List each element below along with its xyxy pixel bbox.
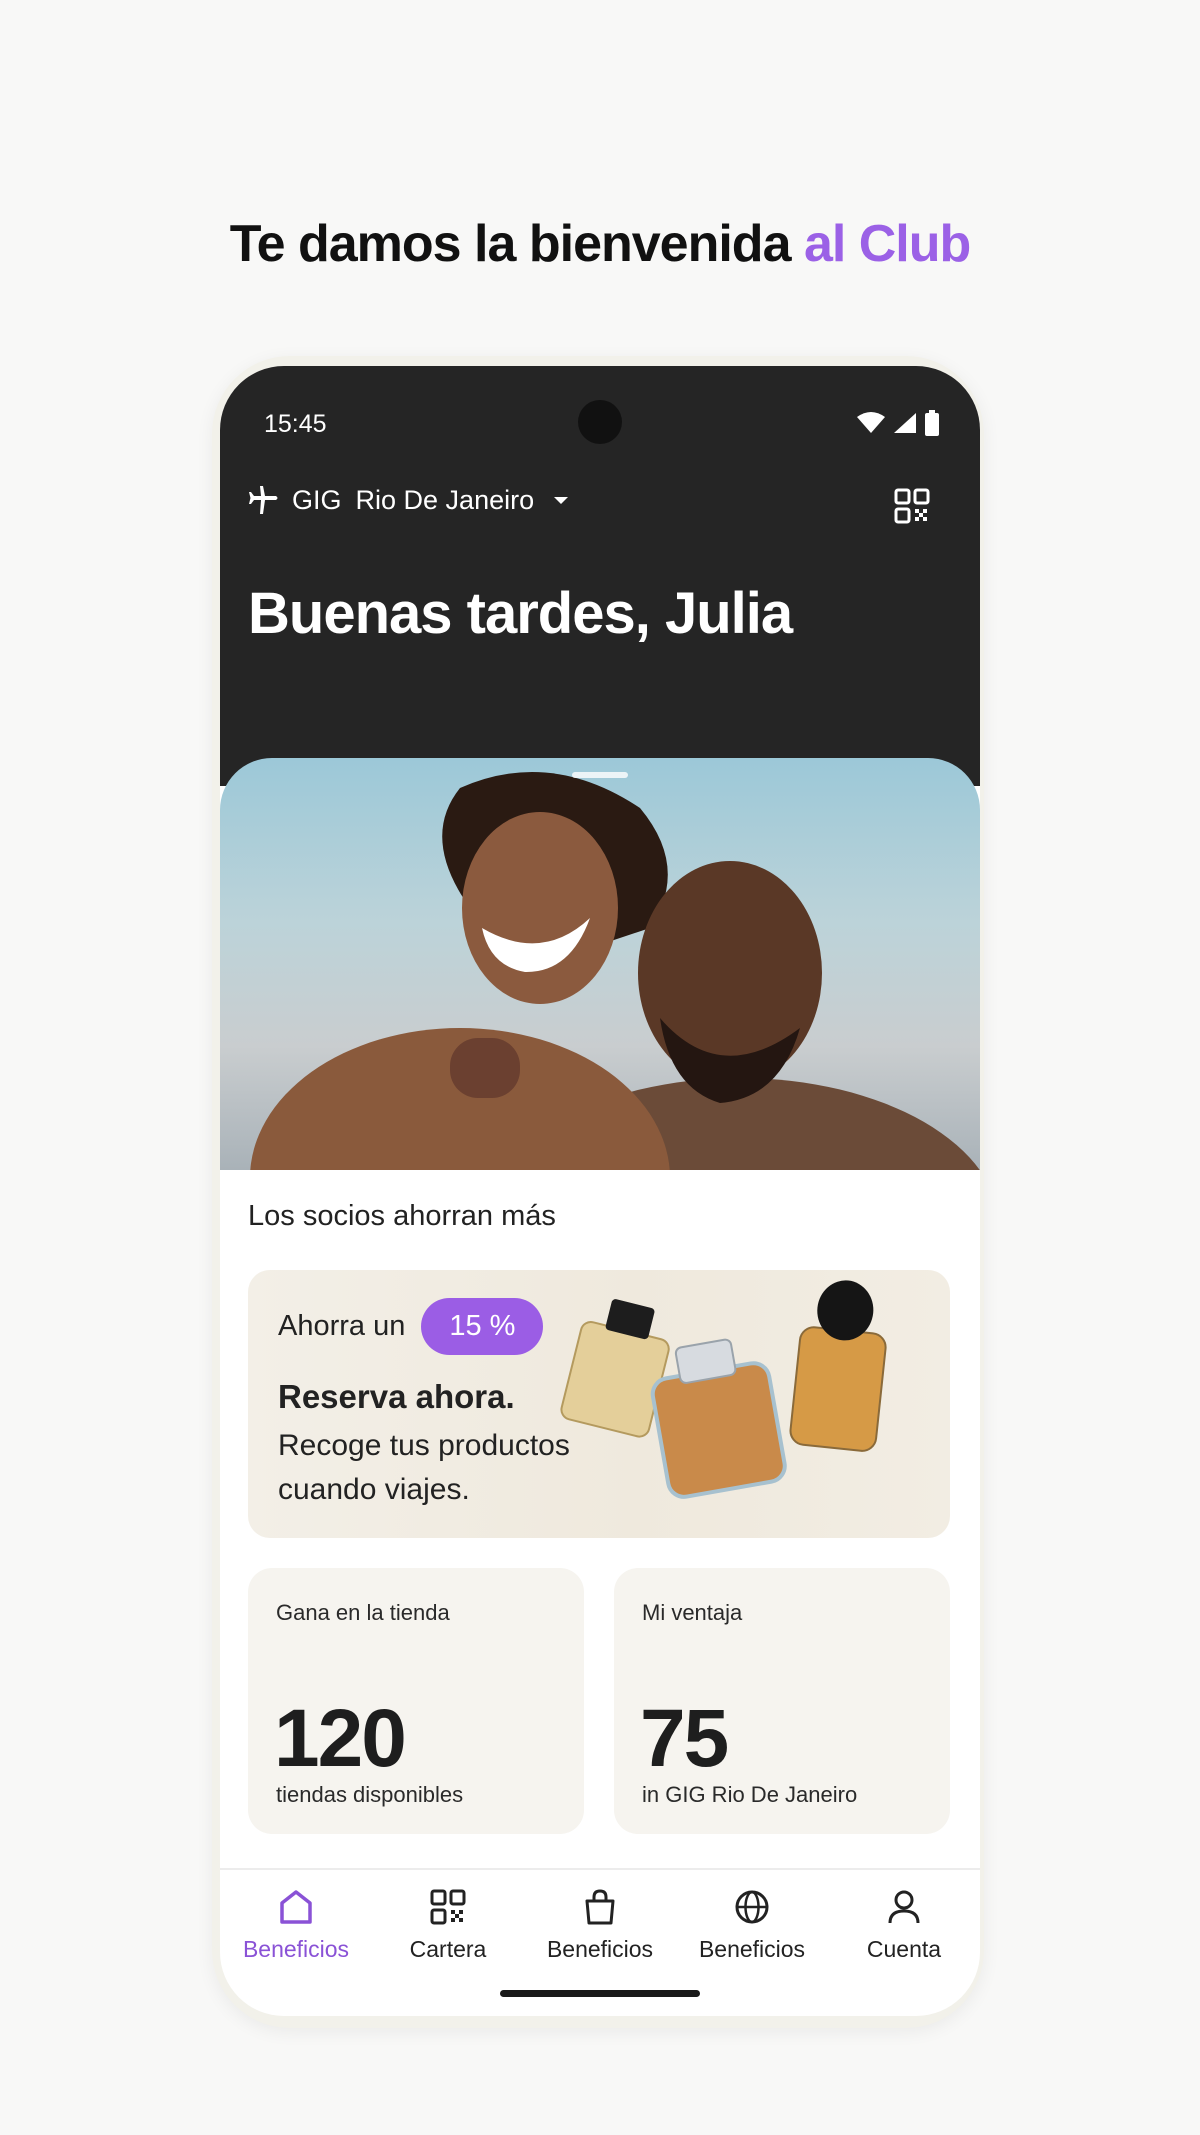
couple-photo: [250, 772, 980, 1170]
home-indicator[interactable]: [500, 1990, 700, 1997]
hero-image: [220, 758, 980, 1170]
stat-card-advantage[interactable]: Mi ventaja 75 in GIG Rio De Janeiro: [614, 1568, 950, 1834]
stat-label: Gana en la tienda: [276, 1600, 450, 1625]
globe-icon: [735, 1890, 769, 1924]
status-time: 15:45: [264, 410, 327, 438]
nav-item-beneficios-home[interactable]: Beneficios: [220, 1886, 372, 1986]
nav-divider: [220, 1868, 980, 1870]
carousel-handle: [572, 772, 628, 778]
airplane-icon: [249, 486, 278, 514]
stat-card-stores[interactable]: Gana en la tienda 120 tiendas disponible…: [248, 1568, 584, 1834]
headline-text: Te damos la bienvenida: [229, 215, 792, 273]
qr-code-icon: [430, 1889, 466, 1925]
phone-screen: 15:45 GIG Rio De Janeiro Buenas tardes, …: [220, 366, 980, 2016]
chevron-down-icon: [554, 497, 569, 504]
nav-item-beneficios-global[interactable]: Beneficios: [676, 1886, 828, 1986]
promo-card[interactable]: Ahorra un 15 % Reserva ahora. Recoge tus…: [248, 1270, 950, 1538]
stat-sub: tiendas disponibles: [276, 1782, 464, 1807]
user-icon: [888, 1890, 920, 1924]
shopping-bag-icon: [585, 1889, 615, 1925]
camera-cutout: [578, 400, 622, 444]
battery-icon: [925, 410, 939, 436]
stat-value: 120: [274, 1693, 407, 1784]
stat-sub: in GIG Rio De Janeiro: [642, 1782, 858, 1807]
status-icons: [856, 410, 940, 436]
nav-label: Beneficios: [242, 1936, 350, 1962]
nav-item-beneficios-shop[interactable]: Beneficios: [524, 1886, 676, 1986]
headline-accent: al Club: [803, 215, 971, 273]
nav-label: Beneficios: [546, 1936, 654, 1962]
signal-icon: [894, 413, 916, 433]
nav-label: Beneficios: [698, 1936, 806, 1962]
airport-city: Rio De Janeiro: [355, 484, 535, 515]
home-icon: [280, 1890, 312, 1924]
section-title: Los socios ahorran más: [248, 1200, 556, 1232]
qr-code-icon[interactable]: [894, 488, 930, 524]
nav-item-cuenta[interactable]: Cuenta: [828, 1886, 980, 1986]
app-header: 15:45 GIG Rio De Janeiro Buenas tardes, …: [220, 366, 980, 786]
perfume-bottles-image: [560, 1280, 887, 1499]
bottom-nav: Beneficios Cartera Beneficios Beneficios…: [220, 1886, 980, 1986]
nav-label: Cuenta: [866, 1936, 942, 1962]
location-selector[interactable]: GIG Rio De Janeiro: [248, 484, 570, 516]
greeting-title: Buenas tardes, Julia: [248, 581, 793, 646]
welcome-headline: Te damos la bienvenida al Club: [0, 214, 1200, 274]
stat-label: Mi ventaja: [642, 1600, 743, 1625]
wifi-icon: [857, 412, 885, 433]
nav-item-cartera[interactable]: Cartera: [372, 1886, 524, 1986]
nav-label: Cartera: [409, 1936, 487, 1962]
stat-value: 75: [640, 1693, 729, 1784]
airport-code: GIG: [292, 484, 342, 515]
